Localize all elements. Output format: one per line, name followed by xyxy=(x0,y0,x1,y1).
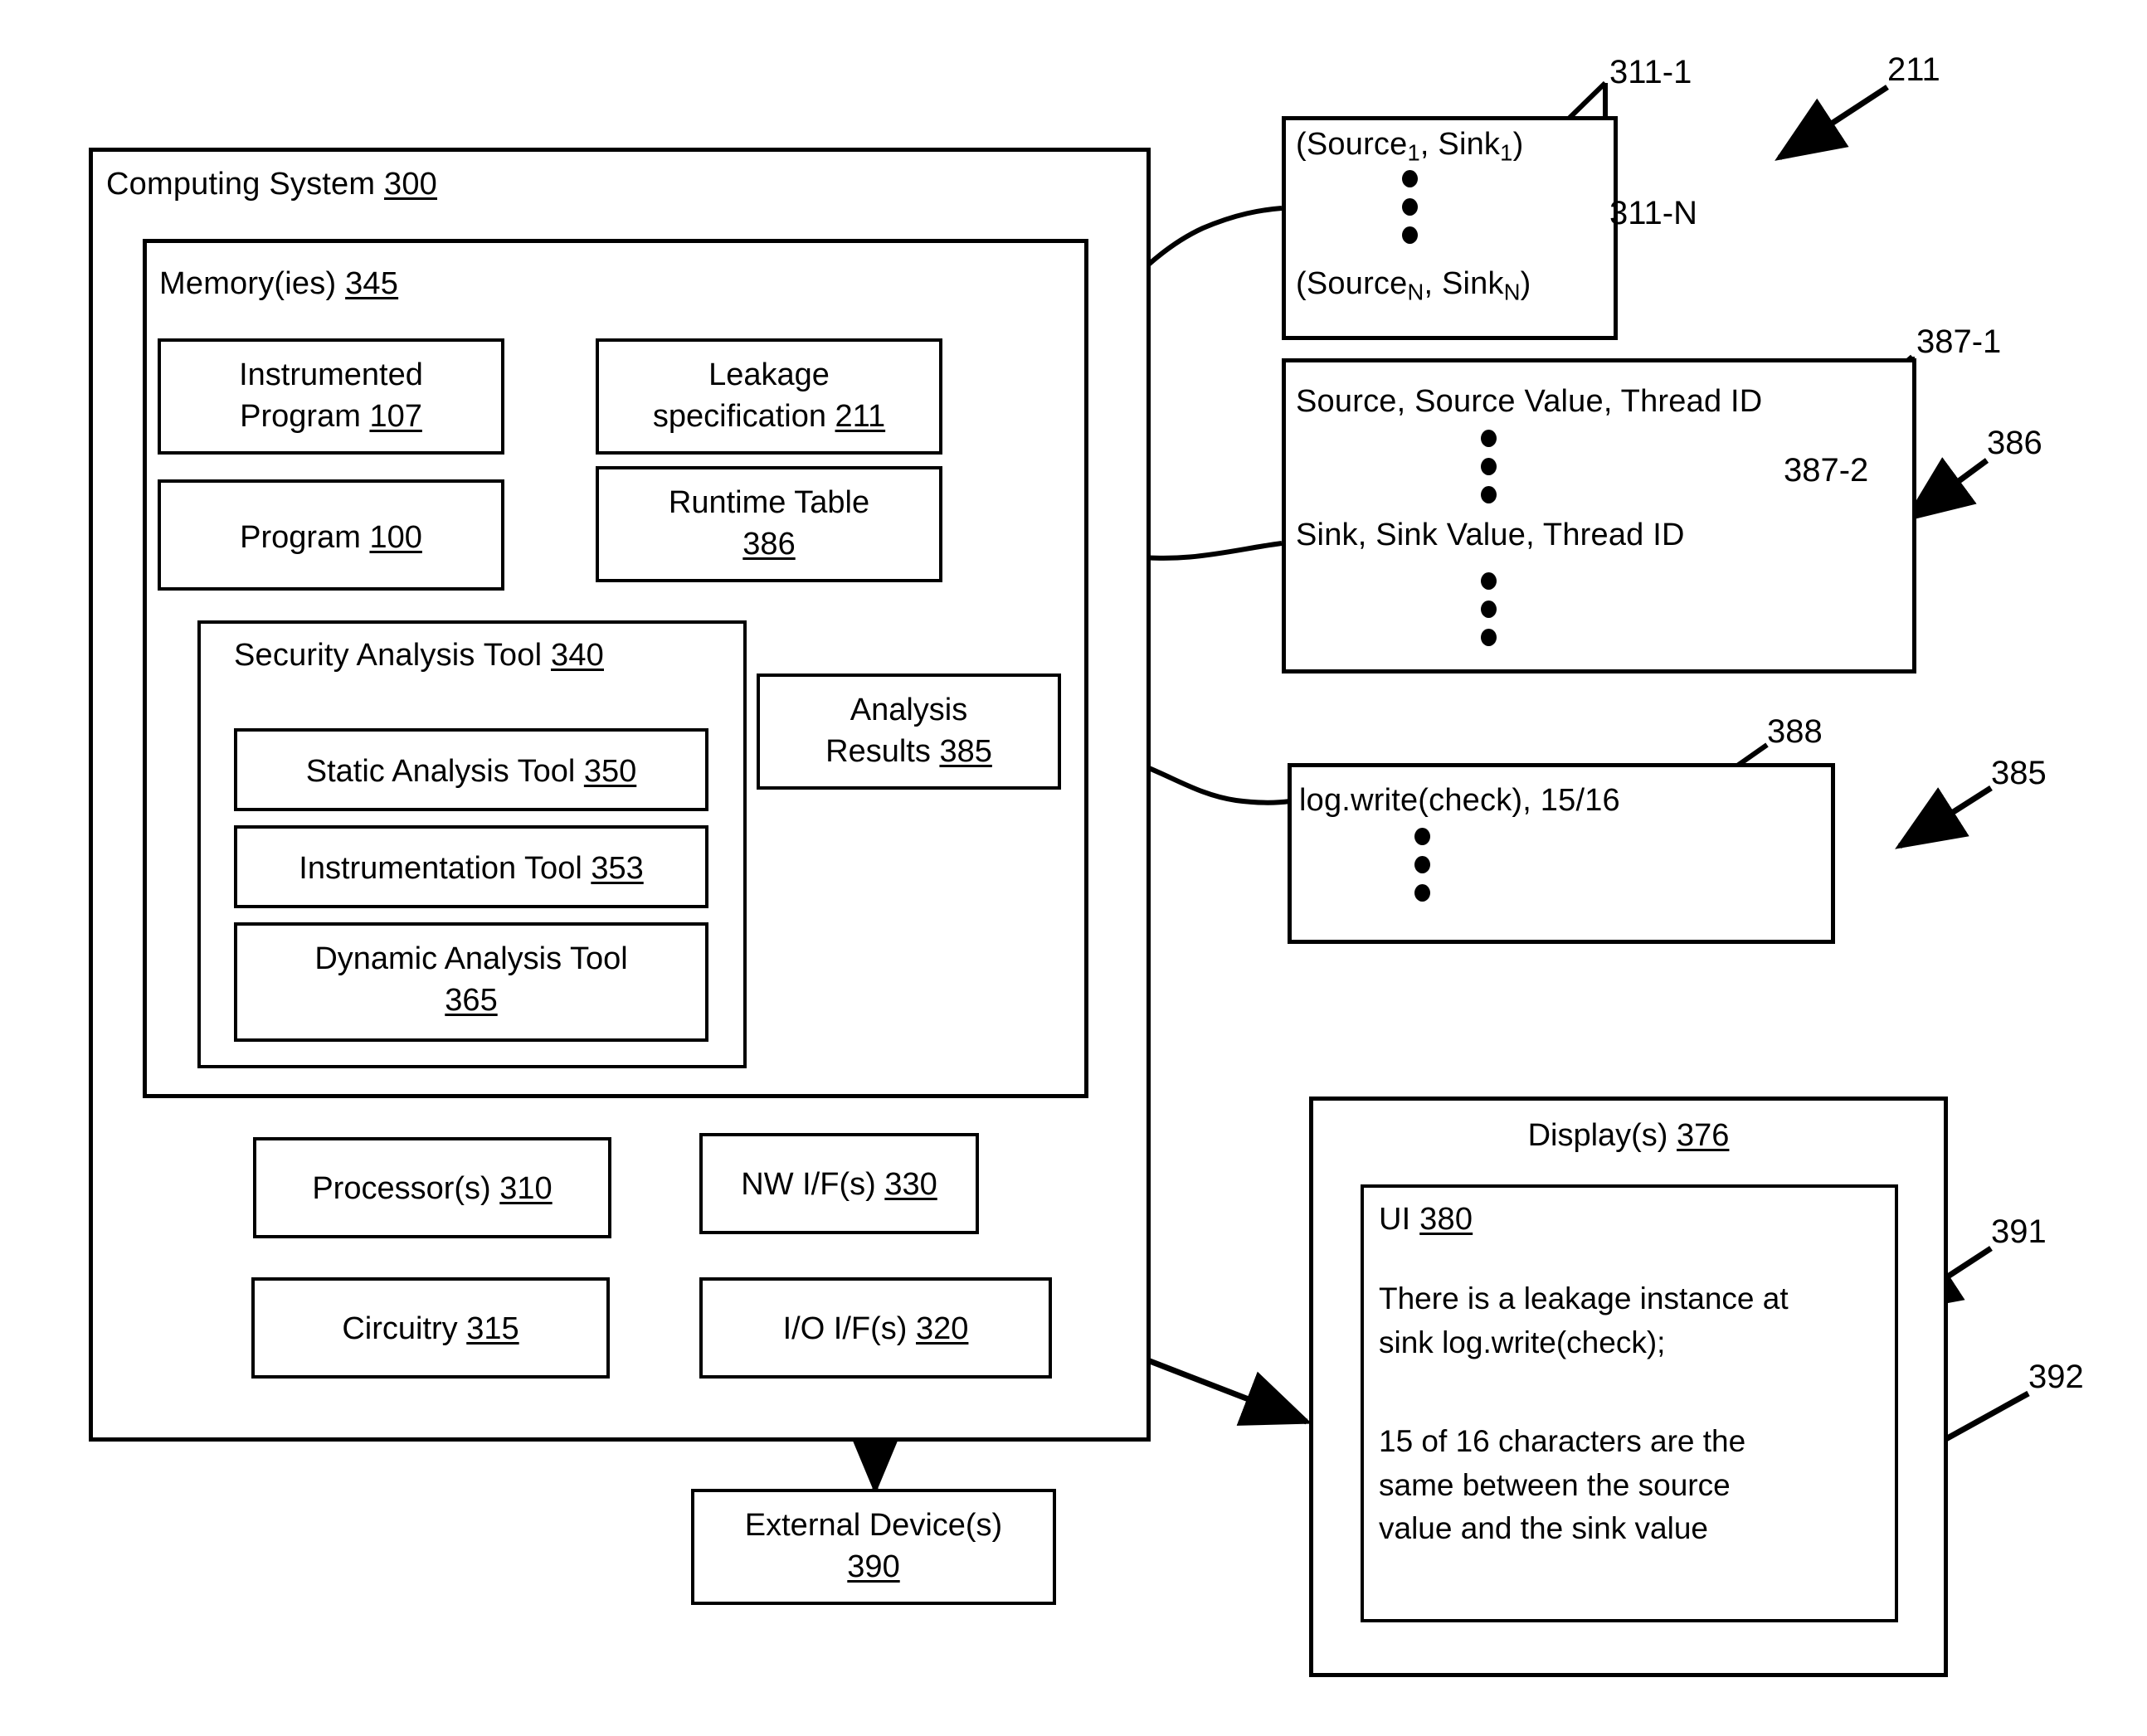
processors-label: Processor(s) 310 xyxy=(256,1170,608,1208)
processors-ref: 310 xyxy=(499,1171,553,1206)
static-analysis-tool-ref: 350 xyxy=(583,754,637,789)
analysis-results-detail-row: log.write(check), 15/16 xyxy=(1299,783,1620,818)
leakage-specification-line2: specification 211 xyxy=(599,398,939,436)
ref-311-1: 311-1 xyxy=(1609,54,1692,90)
computing-system-title: Computing System 300 xyxy=(106,166,437,203)
memory-title: Memory(ies) 345 xyxy=(159,265,398,303)
io-interfaces-box: I/O I/F(s) 320 xyxy=(699,1277,1052,1379)
runtime-table-row-sink: Sink, Sink Value, Thread ID xyxy=(1296,518,1685,552)
analysis-results-box: Analysis Results 385 xyxy=(757,673,1061,790)
ui-message-leakage-instance: There is a leakage instance at sink log.… xyxy=(1379,1281,1789,1359)
computing-system-title-text: Computing System xyxy=(106,167,376,202)
nw-interfaces-label-text: NW I/F(s) xyxy=(741,1167,876,1202)
ref-391: 391 xyxy=(1991,1213,2047,1250)
dynamic-analysis-tool-box: Dynamic Analysis Tool 365 xyxy=(234,922,708,1042)
static-analysis-tool-label: Static Analysis Tool 350 xyxy=(237,753,705,791)
circuitry-box: Circuitry 315 xyxy=(251,1277,610,1379)
ref-311-n: 311-N xyxy=(1609,195,1697,231)
display-title-text: Display(s) xyxy=(1527,1118,1668,1153)
analysis-results-ref: 385 xyxy=(939,734,992,769)
arrow-386 xyxy=(1903,457,1989,523)
leakage-specification-line2-text: specification xyxy=(652,399,826,434)
ref-211: 211 xyxy=(1887,51,1940,88)
processors-box: Processor(s) 310 xyxy=(253,1137,611,1238)
leakage-spec-dots xyxy=(1402,170,1418,244)
leakage-specification-ref: 211 xyxy=(835,399,886,434)
instrumentation-tool-ref: 353 xyxy=(591,851,644,886)
ui-message-character-match: 15 of 16 characters are the same between… xyxy=(1379,1424,1746,1546)
security-analysis-tool-title-text: Security Analysis Tool xyxy=(234,638,543,673)
leakage-specification-line1: Leakage xyxy=(708,357,830,392)
analysis-results-detail-dots xyxy=(1414,828,1430,902)
memory-title-ref: 345 xyxy=(345,266,399,301)
nw-interfaces-box: NW I/F(s) 330 xyxy=(699,1133,979,1234)
display-title: Display(s) 376 xyxy=(1309,1118,1948,1154)
runtime-table-ref: 386 xyxy=(742,527,796,562)
runtime-table-row-source: Source, Source Value, Thread ID xyxy=(1296,384,1763,419)
ref-387-1: 387-1 xyxy=(1916,323,2002,360)
static-analysis-tool-label-text: Static Analysis Tool xyxy=(305,754,576,789)
leakage-spec-entry-last: (SourceN, SinkN) xyxy=(1296,266,1531,305)
computing-system-title-ref: 300 xyxy=(383,167,437,202)
io-interfaces-label: I/O I/F(s) 320 xyxy=(703,1311,1049,1349)
memory-title-text: Memory(ies) xyxy=(159,266,337,301)
leakage-specification-box: Leakage specification 211 xyxy=(596,338,942,455)
runtime-table-dots-bottom xyxy=(1481,572,1497,646)
ref-387-2: 387-2 xyxy=(1784,452,1869,489)
external-devices-ref: 390 xyxy=(847,1549,900,1584)
io-interfaces-ref: 320 xyxy=(916,1311,969,1346)
ui-title-text: UI xyxy=(1379,1202,1411,1237)
ui-title: UI 380 xyxy=(1379,1201,1473,1238)
program-ref: 100 xyxy=(369,520,422,555)
instrumented-program-line2: Program 107 xyxy=(161,398,501,436)
instrumented-program-line1: Instrumented xyxy=(239,357,423,392)
circuitry-ref: 315 xyxy=(466,1311,519,1346)
nw-interfaces-ref: 330 xyxy=(884,1167,937,1202)
ref-392: 392 xyxy=(2028,1359,2084,1395)
circuitry-label-text: Circuitry xyxy=(342,1311,458,1346)
analysis-results-line2: Results 385 xyxy=(760,733,1058,771)
instrumented-program-ref: 107 xyxy=(369,399,422,434)
processors-label-text: Processor(s) xyxy=(312,1171,491,1206)
ref-385: 385 xyxy=(1991,755,2047,791)
static-analysis-tool-box: Static Analysis Tool 350 xyxy=(234,728,708,811)
security-analysis-tool-title: Security Analysis Tool 340 xyxy=(234,637,604,674)
runtime-table-line1: Runtime Table xyxy=(668,485,870,520)
runtime-table-box: Runtime Table 386 xyxy=(596,466,942,582)
ui-title-ref: 380 xyxy=(1419,1202,1473,1237)
ui-box xyxy=(1361,1184,1898,1622)
instrumentation-tool-box: Instrumentation Tool 353 xyxy=(234,825,708,908)
program-label-text: Program xyxy=(240,520,361,555)
io-interfaces-label-text: I/O I/F(s) xyxy=(782,1311,908,1346)
instrumented-program-box: Instrumented Program 107 xyxy=(158,338,504,455)
ref-386: 386 xyxy=(1987,425,2042,461)
security-analysis-tool-title-ref: 340 xyxy=(550,638,604,673)
analysis-results-line1: Analysis xyxy=(850,693,968,727)
program-box: Program 100 xyxy=(158,479,504,591)
ref-388: 388 xyxy=(1767,713,1823,750)
leakage-spec-entry-first: (Source1, Sink1) xyxy=(1296,127,1524,166)
dynamic-analysis-tool-ref: 365 xyxy=(445,983,498,1018)
program-label: Program 100 xyxy=(161,519,501,557)
external-devices-box: External Device(s) 390 xyxy=(691,1489,1056,1605)
instrumentation-tool-label: Instrumentation Tool 353 xyxy=(237,850,705,888)
patent-figure: Computing System 300 Memory(ies) 345 Ins… xyxy=(0,0,2147,1736)
instrumentation-tool-label-text: Instrumentation Tool xyxy=(299,851,582,886)
display-title-ref: 376 xyxy=(1677,1118,1730,1153)
nw-interfaces-label: NW I/F(s) 330 xyxy=(703,1166,976,1204)
arrow-385 xyxy=(1895,785,1993,849)
circuitry-label: Circuitry 315 xyxy=(255,1311,606,1349)
instrumented-program-line2-text: Program xyxy=(240,399,361,434)
dynamic-analysis-tool-label: Dynamic Analysis Tool xyxy=(314,941,628,976)
analysis-results-line2-text: Results xyxy=(825,734,931,769)
external-devices-line1: External Device(s) xyxy=(744,1508,1003,1543)
arrow-211 xyxy=(1775,85,1889,161)
runtime-table-dots-top xyxy=(1481,430,1497,503)
